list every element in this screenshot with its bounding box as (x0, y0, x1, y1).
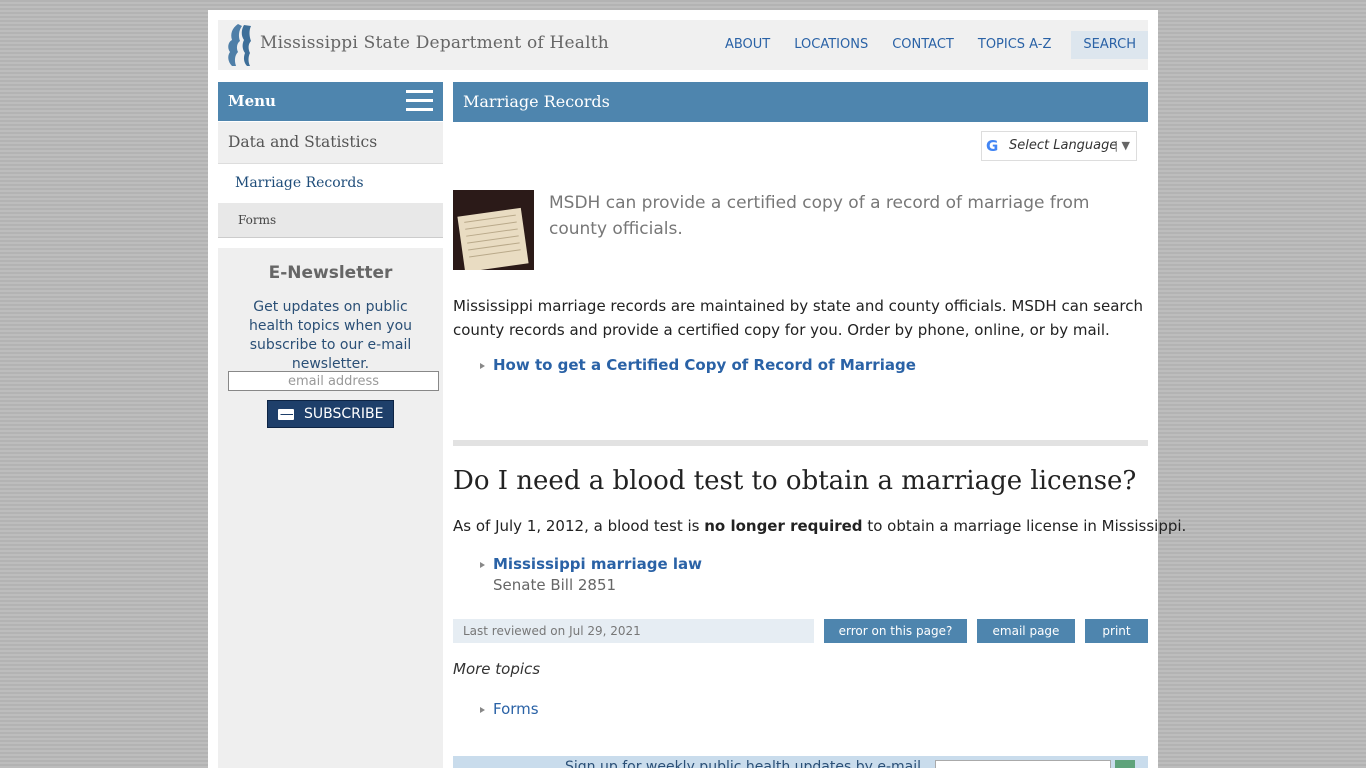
msdh-logo-icon[interactable] (224, 22, 254, 68)
sidebar-item-data-and-statistics[interactable]: Data and Statistics (218, 122, 443, 164)
signup-email-input[interactable] (935, 760, 1111, 768)
nav-search[interactable]: SEARCH (1071, 31, 1148, 59)
error-on-page-button[interactable]: error on this page? (824, 619, 967, 643)
language-select[interactable]: G Select Language | ▼ (981, 131, 1137, 161)
bullet-icon (480, 363, 485, 369)
top-nav: ABOUT LOCATIONS CONTACT TOPICS A-Z SEARC… (713, 20, 1148, 70)
no-longer-required-text: no longer required (704, 517, 863, 535)
subscribe-label: SUBSCRIBE (304, 406, 384, 422)
marriage-record-photo (453, 190, 534, 270)
sidebar-menu-bar[interactable]: Menu (218, 82, 443, 121)
newsletter-title: E-Newsletter (268, 263, 393, 283)
sidebar-item-forms[interactable]: Forms (218, 203, 443, 238)
more-topics-label: More topics (453, 660, 541, 678)
newsletter-text: Get updates on public health topics when… (248, 299, 413, 372)
last-reviewed: Last reviewed on Jul 29, 2021 (453, 619, 814, 643)
dropdown-arrow-icon: | ▼ (1114, 139, 1130, 152)
envelope-icon (278, 409, 294, 420)
google-icon: G (986, 137, 999, 155)
forms-link[interactable]: Forms (493, 700, 539, 718)
blood-test-text-end: to obtain a marriage license in Mississi… (862, 517, 1187, 535)
site-header: Mississippi State Department of Health A… (218, 20, 1148, 70)
signup-text: Sign up for weekly public health updates… (565, 759, 922, 768)
site-name[interactable]: Mississippi State Department of Health (260, 33, 609, 53)
nav-about[interactable]: ABOUT (713, 31, 782, 59)
page: Mississippi State Department of Health A… (208, 10, 1186, 768)
newsletter-box: E-Newsletter Get updates on public healt… (218, 248, 443, 768)
sidebar-item-marriage-records[interactable]: Marriage Records (218, 164, 443, 202)
email-page-button[interactable]: email page (977, 619, 1075, 643)
bullet-icon (480, 562, 485, 568)
language-select-label: Select Language (1009, 138, 1118, 153)
hamburger-icon[interactable] (406, 90, 433, 113)
newsletter-email-input[interactable]: email address (228, 371, 439, 391)
marriage-law-link[interactable]: Mississippi marriage law (493, 555, 702, 573)
blood-test-text: As of July 1, 2012, a blood test is (453, 517, 705, 535)
page-title: Marriage Records (463, 92, 610, 111)
menu-label: Menu (228, 92, 276, 110)
senate-bill-text: Senate Bill 2851 (493, 576, 617, 594)
section-divider (453, 440, 1148, 446)
nav-locations[interactable]: LOCATIONS (782, 31, 880, 59)
subscribe-button[interactable]: SUBSCRIBE (267, 400, 394, 428)
lead-text: MSDH can provide a certified copy of a r… (549, 193, 1090, 239)
signup-button[interactable] (1115, 760, 1135, 768)
blood-test-heading: Do I need a blood test to obtain a marri… (453, 466, 1137, 496)
nav-contact[interactable]: CONTACT (880, 31, 966, 59)
intro-paragraph: Mississippi marriage records are maintai… (453, 297, 1143, 339)
certified-copy-link[interactable]: How to get a Certified Copy of Record of… (493, 356, 916, 374)
page-title-bar: Marriage Records (453, 82, 1148, 122)
email-signup-bar: Sign up for weekly public health updates… (453, 756, 1148, 768)
nav-topics-az[interactable]: TOPICS A-Z (966, 31, 1064, 59)
print-button[interactable]: print (1085, 619, 1148, 643)
blood-test-paragraph: As of July 1, 2012, a blood test is no l… (453, 517, 1186, 535)
bullet-icon (480, 707, 485, 713)
